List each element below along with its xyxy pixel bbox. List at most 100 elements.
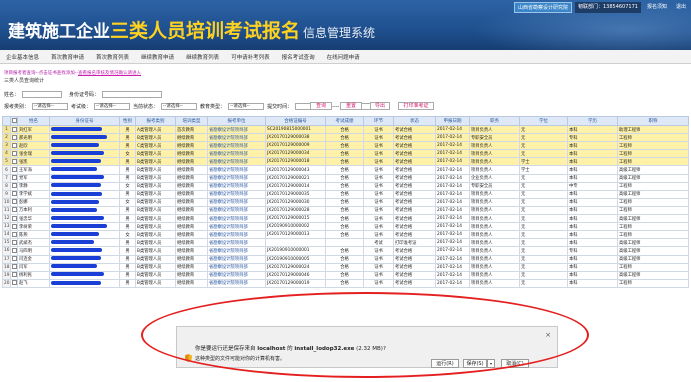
row-checkbox-cell[interactable] (10, 222, 18, 232)
col-check[interactable] (10, 116, 18, 126)
table-row[interactable]: 17 闫连金 男 B类管理人员 继续教育 省勘察设计院项目部 JX2019091000000… (2, 254, 689, 264)
row-checkbox[interactable] (12, 272, 17, 278)
cell-org[interactable]: 省勘察设计院项目部 (207, 157, 266, 167)
table-row[interactable]: 13 李树荣 男 B类管理人员 继续教育 省勘察设计院项目部 JX2019091000000… (2, 222, 689, 232)
cell-name[interactable]: 张金瑞 (17, 149, 50, 159)
row-checkbox-cell[interactable] (10, 230, 18, 240)
cell-org[interactable]: 省勘察设计院项目部 (207, 214, 266, 224)
row-checkbox-cell[interactable] (10, 262, 18, 272)
row-checkbox[interactable] (12, 134, 17, 140)
cell-name[interactable]: 闫军 (17, 262, 50, 272)
cell-org[interactable]: 省勘察设计院项目部 (207, 278, 266, 288)
table-row[interactable]: 16 马四明 男 B类管理人员 继续教育 省勘察设计院项目部 JX2019091000000… (2, 246, 689, 256)
col-cert[interactable]: 合格证编号 (265, 116, 326, 126)
cell-name[interactable]: 郝光明 (17, 133, 50, 143)
row-checkbox[interactable] (12, 207, 17, 213)
name-input[interactable] (22, 91, 63, 98)
row-checkbox-cell[interactable] (10, 246, 18, 256)
col-org[interactable]: 报考单位 (207, 116, 266, 126)
cancel-button[interactable]: 取消(C) (501, 359, 529, 368)
cell-org[interactable]: 省勘察设计院项目部 (207, 246, 266, 256)
select-all-checkbox[interactable] (11, 118, 17, 123)
reset-button[interactable]: 重置 (340, 102, 362, 110)
col-train-type[interactable]: 培训类型 (175, 116, 208, 126)
cell-name[interactable]: 张凯 (17, 157, 50, 167)
row-checkbox[interactable] (12, 158, 17, 164)
nav-exam-query[interactable]: 报名考试查询 (276, 53, 321, 61)
nav-retake-list[interactable]: 可申请补考列表 (225, 53, 276, 61)
col-edu[interactable]: 学历 (567, 116, 618, 126)
cell-org[interactable]: 省勘察设计院项目部 (207, 141, 266, 151)
col-title[interactable]: 职称 (617, 116, 689, 126)
cell-org[interactable]: 省勘察设计院项目部 (207, 205, 266, 216)
cell-org[interactable]: 省勘察设计院项目部 (207, 181, 266, 191)
table-row[interactable]: 2 郝光明 男 B类管理人员 继续教育 省勘察设计院项目部 JX20170129000038… (2, 133, 689, 143)
row-checkbox-cell[interactable] (10, 214, 18, 224)
cell-org[interactable]: 省勘察设计院项目部 (207, 124, 266, 135)
row-checkbox[interactable] (12, 280, 17, 286)
row-checkbox-cell[interactable] (10, 181, 18, 191)
cell-name[interactable]: 张忠华 (17, 214, 50, 224)
col-id[interactable]: 身份证号 (49, 116, 120, 126)
cell-name[interactable]: 李学斌 (17, 189, 50, 199)
table-row[interactable]: 12 张忠华 男 B类管理人员 继续教育 省勘察设计院项目部 JX2017012900001… (2, 214, 689, 224)
cell-name[interactable]: 杨利民 (17, 270, 50, 280)
row-checkbox-cell[interactable] (10, 133, 18, 143)
table-row[interactable]: 4 张金瑞 女 B类管理人员 继续教育 省勘察设计院项目部 JX20170129000034… (2, 149, 689, 159)
nav-first-edu-list[interactable]: 首次教育列表 (90, 53, 135, 61)
cell-org[interactable]: 省勘察设计院项目部 (207, 189, 266, 199)
table-row[interactable]: 7 党军 男 B类管理人员 继续教育 省勘察设计院项目部 JX20170129000021 合… (2, 173, 689, 183)
table-row[interactable]: 18 闫军 男 B类管理人员 继续教育 省勘察设计院项目部 JX20170129000024… (2, 262, 689, 272)
cell-org[interactable]: 省勘察设计院项目部 (207, 165, 266, 175)
cell-name[interactable]: 党军 (17, 173, 50, 183)
table-row[interactable]: 8 李静 女 B类管理人员 继续教育 省勘察设计院项目部 JX20170129000014 合… (2, 181, 689, 191)
status-select[interactable]: --请选择-- (161, 103, 198, 110)
row-checkbox-cell[interactable] (10, 254, 18, 264)
col-duty[interactable]: 职务 (469, 116, 520, 126)
col-date[interactable]: 申报日期 (435, 116, 470, 126)
print-ticket-button[interactable]: 打印准考证 (398, 102, 434, 110)
save-options-dropdown[interactable]: ▾ (487, 359, 495, 368)
cell-org[interactable]: 省勘察设计院项目部 (207, 270, 266, 280)
table-row[interactable]: 10 彭娜 女 B类管理人员 继续教育 省勘察设计院项目部 JX20170129000030… (2, 197, 689, 207)
row-checkbox-cell[interactable] (10, 189, 18, 199)
table-row[interactable]: 9 李学斌 男 B类管理人员 继续教育 省勘察设计院项目部 JX20170129000035… (2, 189, 689, 199)
run-button[interactable]: 运行(R) (431, 359, 459, 368)
row-checkbox[interactable] (12, 183, 17, 189)
table-row[interactable]: 11 万本利 男 B类管理人员 继续教育 省勘察设计院项目部 JX2017012900002… (2, 205, 689, 216)
id-number-input[interactable] (102, 91, 163, 98)
table-row[interactable]: 19 杨利民 男 B类管理人员 继续教育 省勘察设计院项目部 JX2017012900004… (2, 270, 689, 280)
row-checkbox-cell[interactable] (10, 270, 18, 280)
row-checkbox-cell[interactable] (10, 149, 18, 159)
cell-org[interactable]: 省勘察设计院项目部 (207, 197, 266, 207)
table-row[interactable]: 14 陈燕 女 B类管理人员 继续教育 省勘察设计院项目部 JX20170129000013… (2, 230, 689, 240)
cell-org[interactable]: 省勘察设计院项目部 (207, 149, 266, 159)
cell-name[interactable]: 彭娜 (17, 197, 50, 207)
row-checkbox-cell[interactable] (10, 197, 18, 207)
row-checkbox[interactable] (12, 256, 17, 262)
row-checkbox-cell[interactable] (10, 157, 18, 167)
cell-org[interactable]: 省勘察设计院项目部 (207, 262, 266, 272)
row-checkbox-cell[interactable] (10, 278, 18, 288)
cell-name[interactable]: 赵欣 (17, 141, 50, 151)
row-checkbox[interactable] (12, 215, 17, 221)
cell-name[interactable]: 闫连金 (17, 254, 50, 264)
cell-org[interactable]: 省勘察设计院项目部 (207, 173, 266, 183)
cell-name[interactable]: 武斌杰 (17, 238, 50, 248)
row-checkbox-cell[interactable] (10, 141, 18, 151)
row-checkbox[interactable] (12, 191, 17, 197)
row-checkbox[interactable] (12, 142, 17, 148)
col-score[interactable]: 考试成绩 (325, 116, 364, 126)
cell-org[interactable]: 省勘察设计院项目部 (207, 238, 266, 248)
cell-org[interactable]: 省勘察设计院项目部 (207, 222, 266, 232)
query-button[interactable]: 查询 (310, 102, 332, 110)
row-checkbox[interactable] (12, 150, 17, 156)
save-button[interactable]: 保存(S) (463, 359, 487, 368)
cell-name[interactable]: 李树荣 (17, 222, 50, 232)
col-stage[interactable]: 环节 (363, 116, 394, 126)
row-checkbox[interactable] (12, 199, 17, 205)
row-checkbox[interactable] (12, 247, 17, 253)
cell-name[interactable]: 王军海 (17, 165, 50, 175)
col-degree[interactable]: 学位 (519, 116, 568, 126)
category-select[interactable]: --请选择-- (32, 103, 69, 110)
